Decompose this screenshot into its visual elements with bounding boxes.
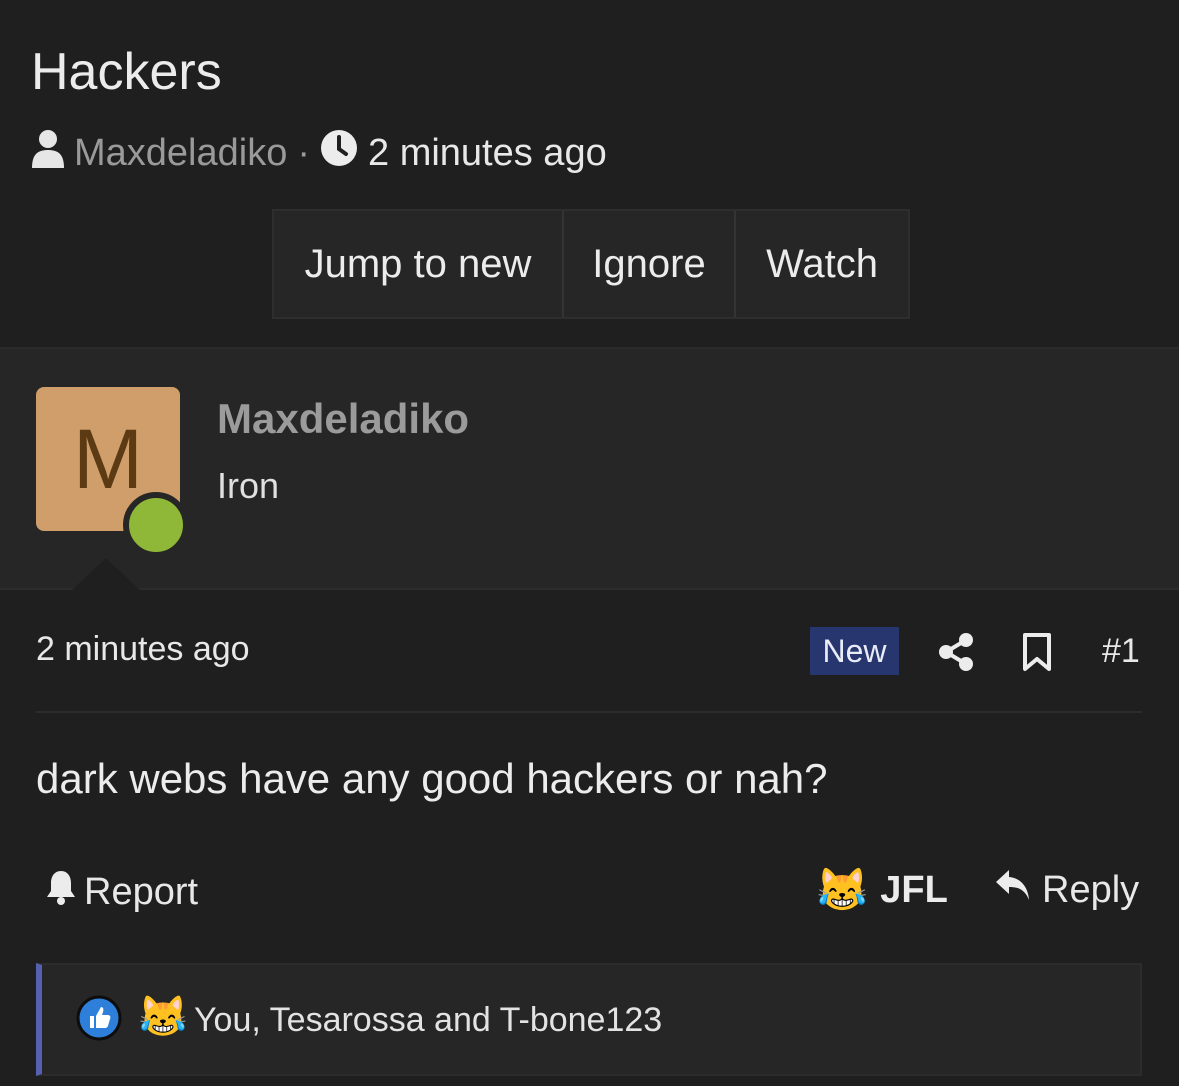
ignore-button[interactable]: Ignore bbox=[564, 211, 736, 317]
user-icon bbox=[30, 128, 66, 178]
post-divider bbox=[36, 711, 1142, 713]
new-badge: New bbox=[810, 627, 899, 675]
user-panel-pointer bbox=[72, 558, 140, 590]
post-number-link[interactable]: #1 bbox=[1102, 632, 1140, 671]
reply-arrow-icon bbox=[994, 868, 1042, 912]
post-username[interactable]: Maxdeladiko bbox=[217, 395, 469, 443]
react-button[interactable]: 😹 JFL bbox=[816, 866, 948, 915]
watch-button[interactable]: Watch bbox=[736, 211, 908, 317]
thread-title: Hackers bbox=[31, 43, 222, 101]
share-icon[interactable] bbox=[938, 632, 974, 672]
reply-button[interactable]: Reply bbox=[994, 868, 1139, 912]
thread-time: 2 minutes ago bbox=[368, 131, 607, 174]
thread-toolbar: Jump to new Ignore Watch bbox=[272, 209, 910, 319]
bell-icon bbox=[44, 868, 84, 916]
report-label: Report bbox=[84, 870, 199, 913]
online-status-indicator bbox=[123, 492, 189, 558]
post-actions: Report 😹 JFL Reply bbox=[36, 862, 1142, 920]
clock-icon bbox=[320, 129, 358, 177]
post-body: dark webs have any good hackers or nah? bbox=[36, 755, 828, 802]
meta-separator: · bbox=[297, 131, 310, 174]
laughing-emoji-icon: 😹 bbox=[138, 995, 188, 1039]
laughing-emoji-icon: 😹 bbox=[816, 866, 869, 913]
post-header: 2 minutes ago New #1 bbox=[36, 620, 1142, 680]
jump-to-new-button[interactable]: Jump to new bbox=[274, 211, 564, 317]
reactions-summary[interactable]: You, Tesarossa and T-bone123 bbox=[194, 1001, 662, 1040]
thread-author-link[interactable]: Maxdeladiko bbox=[74, 132, 287, 175]
report-button[interactable]: Report bbox=[44, 868, 198, 916]
thread-meta: Maxdeladiko · 2 minutes ago bbox=[30, 130, 607, 176]
bookmark-icon[interactable] bbox=[1022, 632, 1052, 672]
post-user-panel: M Maxdeladiko Iron bbox=[0, 347, 1179, 590]
react-label: JFL bbox=[880, 869, 948, 911]
post-time[interactable]: 2 minutes ago bbox=[36, 630, 250, 669]
user-rank: Iron bbox=[217, 465, 280, 506]
reactions-bar[interactable]: 😹 You, Tesarossa and T-bone123 bbox=[36, 963, 1142, 1076]
thumbs-up-icon bbox=[76, 995, 122, 1041]
reply-label: Reply bbox=[1042, 868, 1140, 911]
thread-header: Hackers Maxdeladiko · 2 minutes ago Jump… bbox=[0, 0, 1179, 346]
